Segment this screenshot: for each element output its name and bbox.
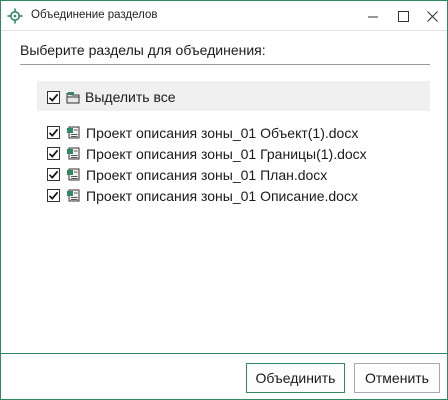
folder-icon <box>66 91 80 104</box>
merge-button[interactable]: Объединить <box>246 363 345 393</box>
checkmark-icon <box>48 170 59 179</box>
window-title: Объединение разделов <box>31 9 158 21</box>
dialog-footer: Объединить Отменить <box>1 354 447 399</box>
maximize-button[interactable] <box>388 5 418 27</box>
section-name: Проект описания зоны_01 Границы(1).docx <box>86 145 367 162</box>
sections-list: Проект описания зоны_01 Объект(1).docx П… <box>47 122 367 206</box>
select-all-row[interactable]: Выделить все <box>37 81 430 111</box>
section-name: Проект описания зоны_01 Описание.docx <box>86 187 358 204</box>
maximize-icon <box>397 10 409 22</box>
document-icon <box>66 147 80 160</box>
crosshair-target-icon <box>7 8 23 24</box>
section-checkbox[interactable] <box>47 168 60 181</box>
section-item[interactable]: Проект описания зоны_01 План.docx <box>47 164 367 185</box>
section-item[interactable]: Проект описания зоны_01 Описание.docx <box>47 185 367 206</box>
cancel-button[interactable]: Отменить <box>354 363 440 393</box>
select-all-label: Выделить все <box>85 89 176 105</box>
minimize-icon <box>368 16 378 18</box>
document-icon <box>66 168 80 181</box>
instruction-text: Выберите разделы для объединения: <box>20 42 266 58</box>
checkmark-icon <box>48 93 59 102</box>
document-icon <box>66 189 80 202</box>
section-checkbox[interactable] <box>47 147 60 160</box>
section-item[interactable]: Проект описания зоны_01 Границы(1).docx <box>47 143 367 164</box>
section-checkbox[interactable] <box>47 189 60 202</box>
checkmark-icon <box>48 191 59 200</box>
section-name: Проект описания зоны_01 План.docx <box>86 166 328 183</box>
minimize-button[interactable] <box>358 5 388 27</box>
section-item[interactable]: Проект описания зоны_01 Объект(1).docx <box>47 122 367 143</box>
checkmark-icon <box>48 128 59 137</box>
document-icon <box>66 126 80 139</box>
merge-sections-dialog: Объединение разделов Выберите разделы дл… <box>0 0 448 400</box>
instruction-divider <box>20 64 430 65</box>
title-bar[interactable]: Объединение разделов <box>1 1 447 31</box>
section-name: Проект описания зоны_01 Объект(1).docx <box>86 124 359 141</box>
close-icon <box>426 10 438 22</box>
checkmark-icon <box>48 149 59 158</box>
select-all-checkbox[interactable] <box>47 90 60 104</box>
close-button[interactable] <box>417 5 447 27</box>
section-checkbox[interactable] <box>47 126 60 139</box>
